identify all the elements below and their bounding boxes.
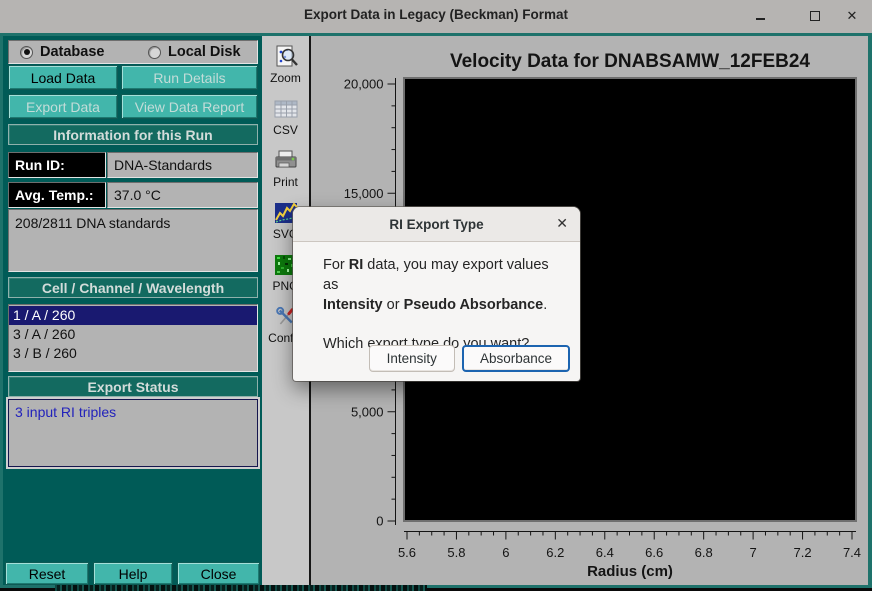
- dialog-body: For RI data, you may export values as In…: [293, 242, 580, 381]
- toolbar-item-print[interactable]: Print: [262, 148, 309, 189]
- dialog-message: For RI data, you may export values as In…: [323, 255, 552, 315]
- triple-section-header: Cell / Channel / Wavelength: [8, 277, 258, 298]
- data-source-row: Database Local Disk: [8, 40, 258, 64]
- toolbar-item-zoom[interactable]: Zoom: [262, 44, 309, 85]
- list-item[interactable]: 3 / B / 260: [9, 344, 257, 363]
- run-id-label: Run ID:: [8, 152, 106, 178]
- status-section-header: Export Status: [8, 376, 258, 397]
- svg-text:20,000: 20,000: [344, 77, 384, 92]
- radio-local-disk-label: Local Disk: [168, 44, 241, 60]
- radio-button-icon[interactable]: [148, 46, 161, 59]
- run-details-button[interactable]: Run Details: [121, 65, 258, 90]
- dialog-close-icon[interactable]: ✕: [556, 215, 568, 232]
- load-data-button[interactable]: Load Data: [8, 65, 118, 90]
- list-item[interactable]: 1 / A / 260: [9, 306, 257, 325]
- dialog-titlebar[interactable]: RI Export Type ✕: [293, 207, 580, 242]
- triple-list[interactable]: 1 / A / 2603 / A / 2603 / B / 260: [8, 304, 258, 372]
- radio-button-icon[interactable]: [20, 46, 33, 59]
- intensity-button[interactable]: Intensity: [369, 345, 455, 372]
- run-description-box: 208/2811 DNA standards: [8, 209, 258, 272]
- radio-database-label: Database: [40, 44, 104, 60]
- maximize-icon[interactable]: [808, 9, 822, 23]
- help-button[interactable]: Help: [93, 562, 173, 585]
- avg-temp-label: Avg. Temp.:: [8, 182, 106, 208]
- list-item[interactable]: 3 / A / 260: [9, 325, 257, 344]
- dialog-buttons: Intensity Absorbance: [369, 345, 570, 372]
- run-id-value: DNA-Standards: [107, 152, 258, 178]
- radio-local-disk[interactable]: Local Disk: [148, 44, 241, 60]
- app-window: Export Data in Legacy (Beckman) Format ✕…: [0, 0, 872, 591]
- svg-text:Velocity Data for DNABSAMW_12F: Velocity Data for DNABSAMW_12FEB24: [450, 51, 810, 72]
- toolbar-label-svg: Print: [262, 175, 309, 189]
- zoom-icon: [273, 44, 299, 70]
- avg-temp-value: 37.0 °C: [107, 182, 258, 208]
- svg-text:6.6: 6.6: [645, 545, 663, 560]
- svg-text:5,000: 5,000: [351, 404, 384, 419]
- close-icon[interactable]: ✕: [845, 9, 859, 23]
- close-button[interactable]: Close: [177, 562, 260, 585]
- window-titlebar[interactable]: Export Data in Legacy (Beckman) Format ✕: [0, 0, 872, 34]
- toolbar-label-csv: CSV: [262, 123, 309, 137]
- absorbance-button[interactable]: Absorbance: [462, 345, 570, 372]
- svg-text:7.2: 7.2: [794, 545, 812, 560]
- export-status-box: 3 input RI triples: [8, 399, 258, 467]
- dialog-title: RI Export Type: [389, 217, 483, 232]
- toolbar-item-csv[interactable]: CSV: [262, 96, 309, 137]
- reset-button[interactable]: Reset: [5, 562, 89, 585]
- svg-text:6.8: 6.8: [695, 545, 713, 560]
- svg-text:5.6: 5.6: [398, 545, 416, 560]
- svg-text:6.2: 6.2: [546, 545, 564, 560]
- print-icon: [273, 148, 299, 174]
- window-title: Export Data in Legacy (Beckman) Format: [0, 7, 872, 22]
- background-window-edge: [55, 585, 427, 591]
- info-section-header: Information for this Run: [8, 124, 258, 145]
- export-data-button[interactable]: Export Data: [8, 94, 118, 119]
- svg-text:6.4: 6.4: [596, 545, 614, 560]
- radio-database[interactable]: Database: [20, 44, 148, 60]
- sidebar: Database Local Disk Load Data Run Detail…: [3, 36, 262, 585]
- svg-text:7.4: 7.4: [843, 545, 861, 560]
- view-data-report-button[interactable]: View Data Report: [121, 94, 258, 119]
- svg-text:0: 0: [376, 514, 383, 529]
- csv-icon: [273, 96, 299, 122]
- svg-text:6: 6: [502, 545, 509, 560]
- svg-text:5.8: 5.8: [447, 545, 465, 560]
- svg-text:15,000: 15,000: [344, 186, 384, 201]
- minimize-icon[interactable]: [754, 9, 768, 23]
- ri-export-type-dialog: RI Export Type ✕ For RI data, you may ex…: [293, 207, 580, 381]
- svg-text:Radius (cm): Radius (cm): [587, 563, 673, 580]
- toolbar-label-zoom: Zoom: [262, 71, 309, 85]
- svg-text:7: 7: [749, 545, 756, 560]
